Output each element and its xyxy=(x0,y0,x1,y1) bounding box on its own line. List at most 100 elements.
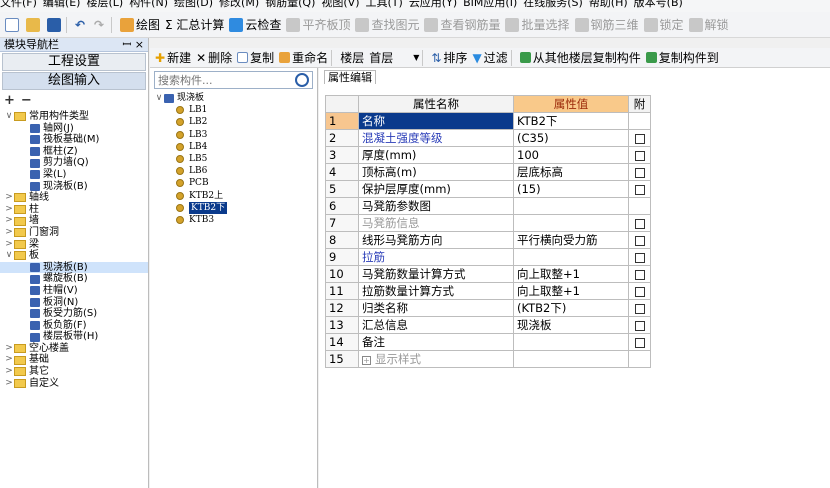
expand-toggle-icon[interactable]: ∨ xyxy=(4,250,14,262)
unlock-button[interactable]: 解锁 xyxy=(688,16,729,33)
menu-item[interactable]: 工具(T) xyxy=(366,0,403,9)
tree-item[interactable]: 框柱(Z) xyxy=(0,146,148,158)
attach-checkbox[interactable] xyxy=(634,133,645,144)
component-item[interactable]: LB6 xyxy=(154,165,317,177)
expand-all-icon[interactable]: + xyxy=(4,93,15,108)
tree-item[interactable]: 楼层板带(H) xyxy=(0,331,148,343)
menu-item[interactable]: 帮助(H) xyxy=(589,0,628,9)
tree-item[interactable]: 筏板基础(M) xyxy=(0,134,148,146)
component-item[interactable]: LB4 xyxy=(154,141,317,153)
cloud-check-button[interactable]: 云检查 xyxy=(229,16,281,33)
property-name[interactable]: + 显示样式 xyxy=(358,350,514,368)
property-row[interactable]: 3 厚度(mm) 100 xyxy=(325,146,651,164)
property-value[interactable]: (KTB2下) xyxy=(513,299,629,317)
copy-to-floor-button[interactable]: 复制构件到 xyxy=(645,49,719,66)
tree-item[interactable]: 螺旋板(B) xyxy=(0,273,148,285)
property-name[interactable]: 拉筋 xyxy=(358,248,514,266)
save-button[interactable] xyxy=(47,17,63,32)
expand-toggle-icon[interactable]: > xyxy=(4,215,14,227)
tree-folder[interactable]: > 基础 xyxy=(0,354,148,366)
tree-folder[interactable]: ∨ 常用构件类型 xyxy=(0,111,148,123)
find-element-button[interactable]: 查找图元 xyxy=(355,16,419,33)
expand-toggle-icon[interactable]: > xyxy=(4,227,14,239)
expand-toggle-icon[interactable]: > xyxy=(4,354,14,366)
property-row[interactable]: 14 备注 xyxy=(325,333,651,351)
component-item[interactable]: KTB2下 xyxy=(154,201,317,214)
expand-toggle-icon[interactable]: > xyxy=(4,366,14,378)
component-root[interactable]: ∨ 现浇板 xyxy=(154,92,317,104)
property-value[interactable] xyxy=(513,214,629,232)
component-item[interactable]: PCB xyxy=(154,177,317,189)
attach-checkbox[interactable] xyxy=(634,337,645,348)
tree-item[interactable]: 剪力墙(Q) xyxy=(0,157,148,169)
pin-close-icon[interactable]: ꟷ × xyxy=(122,38,144,51)
new-file-button[interactable] xyxy=(5,17,21,32)
tree-folder[interactable]: ∨ 板 xyxy=(0,250,148,262)
menu-item[interactable]: 文件(F) xyxy=(0,0,37,9)
component-search-input[interactable] xyxy=(155,72,295,88)
redo-button[interactable]: ↷ xyxy=(94,18,108,32)
property-name[interactable]: 拉筋数量计算方式 xyxy=(358,282,514,300)
menu-item[interactable]: 绘图(D) xyxy=(174,0,213,9)
property-value[interactable]: 向上取整+1 xyxy=(513,265,629,283)
sum-calc-button[interactable]: Σ 汇总计算 xyxy=(165,16,224,33)
tree-folder[interactable]: > 其它 xyxy=(0,366,148,378)
tree-item[interactable]: 梁(L) xyxy=(0,169,148,181)
property-row[interactable]: 15 + 显示样式 xyxy=(325,350,651,368)
attach-checkbox[interactable] xyxy=(634,303,645,314)
property-row[interactable]: 9 拉筋 xyxy=(325,248,651,266)
property-name[interactable]: 备注 xyxy=(358,333,514,351)
property-name[interactable]: 线形马凳筋方向 xyxy=(358,231,514,249)
copy-button[interactable]: 复制 xyxy=(237,49,274,66)
component-item[interactable]: KTB2上 xyxy=(154,190,317,202)
attach-checkbox[interactable] xyxy=(634,252,645,263)
open-button[interactable] xyxy=(26,17,42,32)
sort-button[interactable]: ⇅ 排序 xyxy=(431,49,467,66)
delete-button[interactable]: ✕ 删除 xyxy=(196,49,232,66)
component-item[interactable]: LB1 xyxy=(154,104,317,116)
expand-toggle-icon[interactable]: > xyxy=(4,378,14,390)
property-row[interactable]: 7 马凳筋信息 xyxy=(325,214,651,232)
property-value[interactable]: (15) xyxy=(513,180,629,198)
menu-item[interactable]: BIM应用(I) xyxy=(463,0,517,9)
tree-folder[interactable]: > 柱 xyxy=(0,204,148,216)
attach-checkbox[interactable] xyxy=(634,235,645,246)
property-name[interactable]: 保护层厚度(mm) xyxy=(358,180,514,198)
property-value[interactable] xyxy=(513,333,629,351)
property-row[interactable]: 5 保护层厚度(mm) (15) xyxy=(325,180,651,198)
attach-checkbox[interactable] xyxy=(634,184,645,195)
new-component-button[interactable]: ✚ 新建 xyxy=(155,49,191,66)
floor-select[interactable]: 首层 ▼ xyxy=(369,49,419,66)
property-name[interactable]: 归类名称 xyxy=(358,299,514,317)
property-name[interactable]: 混凝土强度等级 xyxy=(358,129,514,147)
menu-item[interactable]: 构件(N) xyxy=(129,0,168,9)
expand-toggle-icon[interactable]: ∨ xyxy=(154,92,164,104)
project-settings-button[interactable]: 工程设置 xyxy=(2,53,146,71)
menu-item[interactable]: 楼层(L) xyxy=(86,0,123,9)
property-row[interactable]: 11 拉筋数量计算方式 向上取整+1 xyxy=(325,282,651,300)
tree-folder[interactable]: > 门窗洞 xyxy=(0,227,148,239)
view-rebar-button[interactable]: 查看钢筋量 xyxy=(424,16,500,33)
property-name[interactable]: 马凳筋数量计算方式 xyxy=(358,265,514,283)
tree-folder[interactable]: > 墙 xyxy=(0,215,148,227)
menu-item[interactable]: 在线服务(S) xyxy=(523,0,583,9)
attach-checkbox[interactable] xyxy=(634,150,645,161)
property-row[interactable]: 13 汇总信息 现浇板 xyxy=(325,316,651,334)
menu-item[interactable]: 版本号(B) xyxy=(634,0,683,9)
menu-item[interactable]: 修改(M) xyxy=(219,0,259,9)
tree-item[interactable]: 板负筋(F) xyxy=(0,320,148,332)
property-row[interactable]: 1 名称 KTB2下 xyxy=(325,112,651,130)
tab-property-edit[interactable]: 属性编辑 xyxy=(324,70,376,84)
tree-folder[interactable]: > 梁 xyxy=(0,239,148,251)
attach-checkbox[interactable] xyxy=(634,167,645,178)
batch-select-button[interactable]: 批量选择 xyxy=(505,16,570,33)
tree-item[interactable]: 现浇板(B) xyxy=(0,181,148,193)
property-value[interactable]: 层底标高 xyxy=(513,163,629,181)
attach-checkbox[interactable] xyxy=(634,269,645,280)
copy-from-floor-button[interactable]: 从其他楼层复制构件 xyxy=(519,49,641,66)
expand-toggle-icon[interactable]: > xyxy=(4,204,14,216)
expand-toggle-icon[interactable]: > xyxy=(4,343,14,355)
property-row[interactable]: 8 线形马凳筋方向 平行横向受力筋 xyxy=(325,231,651,249)
tree-folder[interactable]: > 空心楼盖 xyxy=(0,343,148,355)
draw-button[interactable]: 绘图 xyxy=(120,16,160,33)
